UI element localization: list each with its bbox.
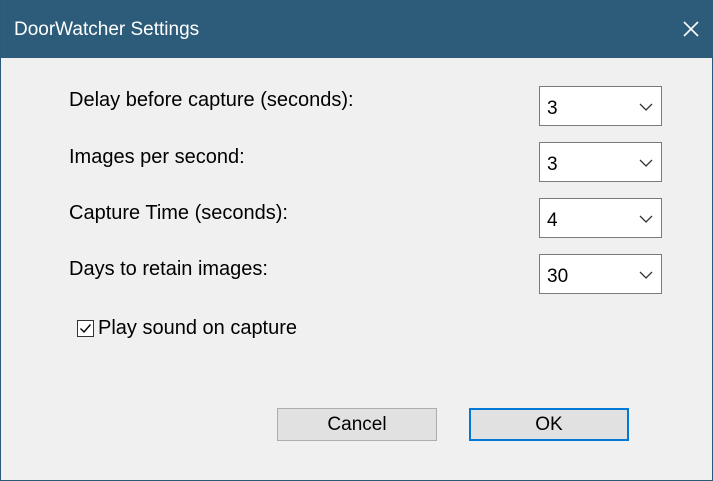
delay-select-value: 3	[547, 98, 558, 119]
capture-time-select[interactable]: 4	[539, 198, 662, 238]
capture-time-label: Capture Time (seconds):	[69, 202, 288, 224]
play-sound-option[interactable]: Play sound on capture	[77, 316, 297, 340]
play-sound-label: Play sound on capture	[98, 316, 298, 339]
window-title: DoorWatcher Settings	[14, 19, 200, 40]
chevron-down-icon	[639, 103, 653, 111]
chevron-down-icon	[639, 159, 653, 167]
chevron-down-icon	[639, 215, 653, 223]
play-sound-checkbox[interactable]	[77, 319, 94, 337]
cancel-button[interactable]: Cancel	[277, 408, 437, 441]
delay-label: Delay before capture (seconds):	[69, 89, 354, 111]
title-bar[interactable]: DoorWatcher Settings	[1, 0, 713, 58]
capture-time-select-value: 4	[547, 210, 558, 231]
images-per-second-select-value: 3	[547, 154, 558, 175]
days-to-retain-select[interactable]: 30	[539, 254, 662, 294]
checkmark-icon	[80, 323, 92, 333]
delay-select[interactable]: 3	[539, 86, 662, 126]
days-to-retain-label: Days to retain images:	[69, 258, 268, 280]
images-per-second-select[interactable]: 3	[539, 142, 662, 182]
close-icon	[683, 21, 699, 37]
settings-dialog: DoorWatcher Settings Delay before captur…	[0, 0, 713, 481]
images-per-second-label: Images per second:	[69, 146, 245, 168]
ok-button[interactable]: OK	[469, 408, 629, 441]
chevron-down-icon	[639, 271, 653, 279]
days-to-retain-select-value: 30	[547, 266, 569, 287]
close-button[interactable]	[668, 0, 713, 58]
